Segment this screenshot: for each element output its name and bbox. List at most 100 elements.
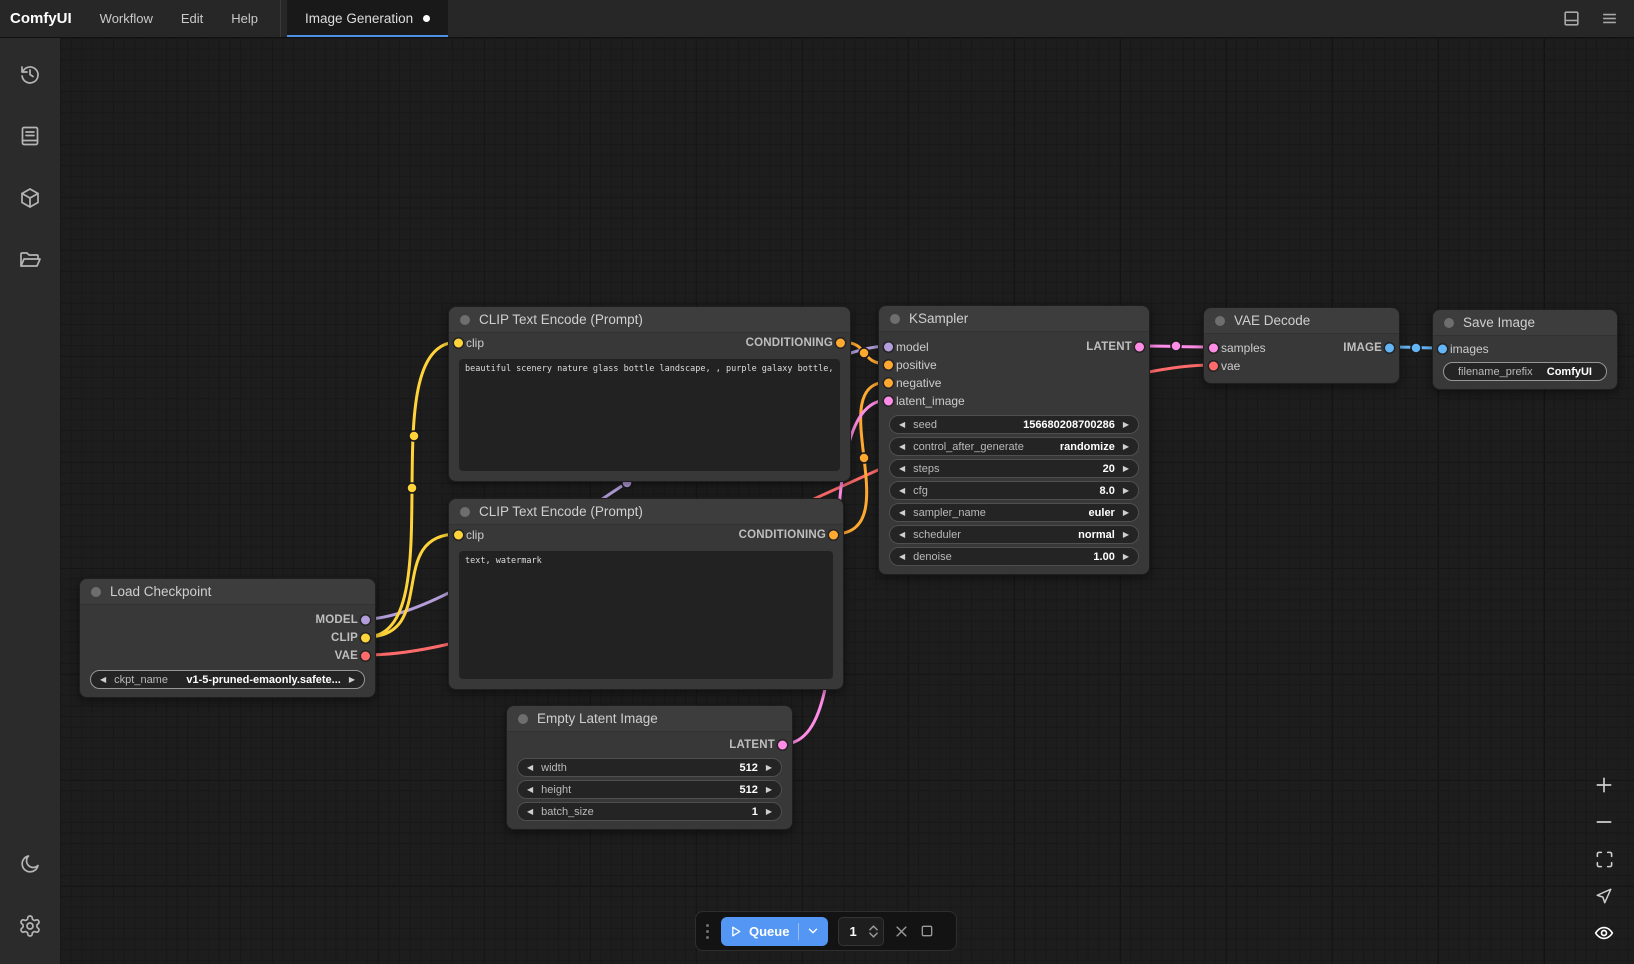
batch-count-input[interactable]: 1 (838, 917, 884, 946)
node-empty-latent-image[interactable]: Empty Latent Image LATENT ◀ width 512 ▶ … (506, 705, 793, 830)
next-arrow-icon[interactable]: ▶ (1123, 553, 1129, 561)
node-vae-decode[interactable]: VAE Decode samples IMAGE vae (1203, 307, 1400, 384)
input-port-clip[interactable] (454, 339, 463, 348)
input-port-vae[interactable] (1209, 362, 1218, 371)
next-arrow-icon[interactable]: ▶ (1123, 487, 1129, 495)
sidebar-queue-history-button[interactable] (10, 54, 50, 94)
next-arrow-icon[interactable]: ▶ (766, 808, 772, 816)
node-canvas[interactable]: Load Checkpoint MODEL CLIP VAE ◀ ckpt_na… (60, 38, 1634, 964)
next-arrow-icon[interactable]: ▶ (1123, 465, 1129, 473)
output-port-latent[interactable] (778, 741, 787, 750)
prev-arrow-icon[interactable]: ◀ (899, 487, 905, 495)
input-port-model[interactable] (884, 343, 893, 352)
widget-seed[interactable]: ◀ seed 156680208700286 ▶ (889, 415, 1139, 434)
next-arrow-icon[interactable]: ▶ (766, 764, 772, 772)
prev-arrow-icon[interactable]: ◀ (899, 465, 905, 473)
chevron-down-icon[interactable] (806, 924, 820, 938)
widget-denoise[interactable]: ◀ denoise 1.00 ▶ (889, 547, 1139, 566)
prev-arrow-icon[interactable]: ◀ (527, 786, 533, 794)
sidebar-model-library-button[interactable] (10, 178, 50, 218)
next-arrow-icon[interactable]: ▶ (1123, 531, 1129, 539)
input-port-positive[interactable] (884, 361, 893, 370)
bottom-panel-toggle-button[interactable] (1552, 0, 1590, 37)
collapse-dot[interactable] (460, 315, 470, 325)
fit-view-button[interactable] (1591, 847, 1617, 871)
prev-arrow-icon[interactable]: ◀ (899, 421, 905, 429)
output-port-conditioning[interactable] (829, 531, 838, 540)
widget-filename-prefix[interactable]: filename_prefix ComfyUI (1443, 362, 1607, 381)
prev-arrow-icon[interactable]: ◀ (527, 808, 533, 816)
widget-sampler-name[interactable]: ◀ sampler_name euler ▶ (889, 503, 1139, 522)
prompt-textarea[interactable]: text, watermark (459, 551, 833, 679)
output-port-latent[interactable] (1135, 343, 1144, 352)
settings-button[interactable] (10, 906, 50, 946)
input-port-samples[interactable] (1209, 344, 1218, 353)
prev-arrow-icon[interactable]: ◀ (899, 509, 905, 517)
node-title-bar[interactable]: Empty Latent Image (507, 706, 792, 732)
widget-control-after-generate[interactable]: ◀ control_after_generate randomize ▶ (889, 437, 1139, 456)
stepper-up-icon[interactable] (869, 925, 878, 931)
widget-batch-size[interactable]: ◀ batch_size 1 ▶ (517, 802, 782, 821)
widget-width[interactable]: ◀ width 512 ▶ (517, 758, 782, 777)
collapse-dot[interactable] (890, 314, 900, 324)
node-load-checkpoint[interactable]: Load Checkpoint MODEL CLIP VAE ◀ ckpt_na… (79, 578, 376, 698)
widget-steps[interactable]: ◀ steps 20 ▶ (889, 459, 1139, 478)
next-arrow-icon[interactable]: ▶ (766, 786, 772, 794)
collapse-dot[interactable] (1444, 318, 1454, 328)
menu-edit[interactable]: Edit (167, 0, 217, 37)
prev-arrow-icon[interactable]: ◀ (100, 676, 106, 684)
zoom-out-button[interactable] (1591, 810, 1617, 834)
input-port-negative[interactable] (884, 379, 893, 388)
widget-cfg[interactable]: ◀ cfg 8.0 ▶ (889, 481, 1139, 500)
queue-drag-handle[interactable] (704, 922, 711, 941)
next-arrow-icon[interactable]: ▶ (1123, 509, 1129, 517)
node-save-image[interactable]: Save Image images filename_prefix ComfyU… (1432, 309, 1618, 390)
node-clip-text-encode-negative[interactable]: CLIP Text Encode (Prompt) clip CONDITION… (448, 498, 844, 690)
sidebar-workflows-button[interactable] (10, 240, 50, 280)
output-port-vae[interactable] (361, 652, 370, 661)
output-port-conditioning[interactable] (836, 339, 845, 348)
node-ksampler[interactable]: KSampler model LATENT positive negative … (878, 305, 1150, 575)
next-arrow-icon[interactable]: ▶ (1123, 421, 1129, 429)
node-clip-text-encode-positive[interactable]: CLIP Text Encode (Prompt) clip CONDITION… (448, 306, 851, 482)
prev-arrow-icon[interactable]: ◀ (899, 443, 905, 451)
next-arrow-icon[interactable]: ▶ (349, 676, 355, 684)
next-arrow-icon[interactable]: ▶ (1123, 443, 1129, 451)
menu-help[interactable]: Help (217, 0, 272, 37)
collapse-dot[interactable] (518, 714, 528, 724)
stepper-down-icon[interactable] (869, 932, 878, 938)
stop-button[interactable] (919, 923, 935, 939)
output-port-image[interactable] (1385, 344, 1394, 353)
widget-ckpt-name[interactable]: ◀ ckpt_name v1-5-pruned-emaonly.safete..… (90, 670, 365, 689)
theme-toggle-button[interactable] (10, 844, 50, 884)
input-port-latent-image[interactable] (884, 397, 893, 406)
output-port-model[interactable] (361, 616, 370, 625)
main-menu-button[interactable] (1590, 0, 1628, 37)
node-title-bar[interactable]: CLIP Text Encode (Prompt) (449, 499, 843, 525)
prev-arrow-icon[interactable]: ◀ (527, 764, 533, 772)
zoom-in-button[interactable] (1591, 773, 1617, 797)
widget-height[interactable]: ◀ height 512 ▶ (517, 780, 782, 799)
tab-image-generation[interactable]: Image Generation (287, 0, 448, 37)
menu-workflow[interactable]: Workflow (86, 0, 167, 37)
prev-arrow-icon[interactable]: ◀ (899, 531, 905, 539)
widget-scheduler[interactable]: ◀ scheduler normal ▶ (889, 525, 1139, 544)
sidebar-node-library-button[interactable] (10, 116, 50, 156)
collapse-dot[interactable] (1215, 316, 1225, 326)
queue-button[interactable]: Queue (721, 917, 828, 946)
select-mode-button[interactable] (1591, 884, 1617, 908)
input-port-clip[interactable] (454, 531, 463, 540)
node-title-bar[interactable]: VAE Decode (1204, 308, 1399, 334)
clear-queue-button[interactable] (894, 924, 909, 939)
node-title-bar[interactable]: CLIP Text Encode (Prompt) (449, 307, 850, 333)
collapse-dot[interactable] (460, 507, 470, 517)
node-title-bar[interactable]: Save Image (1433, 310, 1617, 336)
app-logo[interactable]: ComfyUI (0, 0, 86, 37)
toggle-link-visibility-button[interactable] (1591, 921, 1617, 945)
output-port-clip[interactable] (361, 634, 370, 643)
node-title-bar[interactable]: Load Checkpoint (80, 579, 375, 605)
input-port-images[interactable] (1438, 345, 1447, 354)
collapse-dot[interactable] (91, 587, 101, 597)
node-title-bar[interactable]: KSampler (879, 306, 1149, 332)
prompt-textarea[interactable]: beautiful scenery nature glass bottle la… (459, 359, 840, 471)
